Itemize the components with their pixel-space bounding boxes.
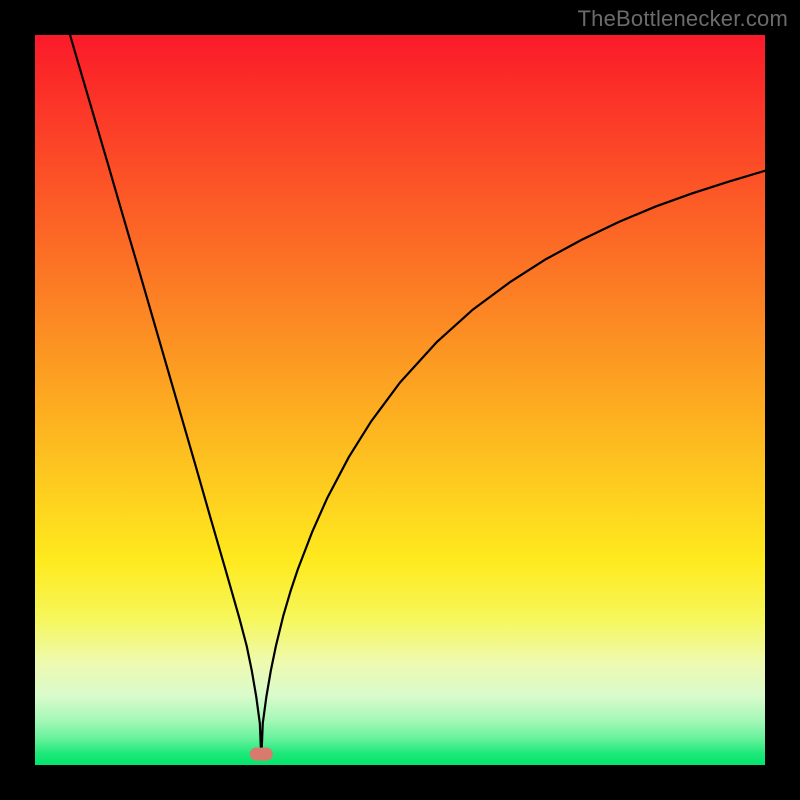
chart-svg	[35, 35, 765, 765]
gradient-background	[35, 35, 765, 765]
watermark-text: TheBottlenecker.com	[578, 6, 788, 32]
chart-frame: TheBottlenecker.com	[0, 0, 800, 800]
plot-area	[35, 35, 765, 765]
vertex-marker	[250, 748, 273, 761]
